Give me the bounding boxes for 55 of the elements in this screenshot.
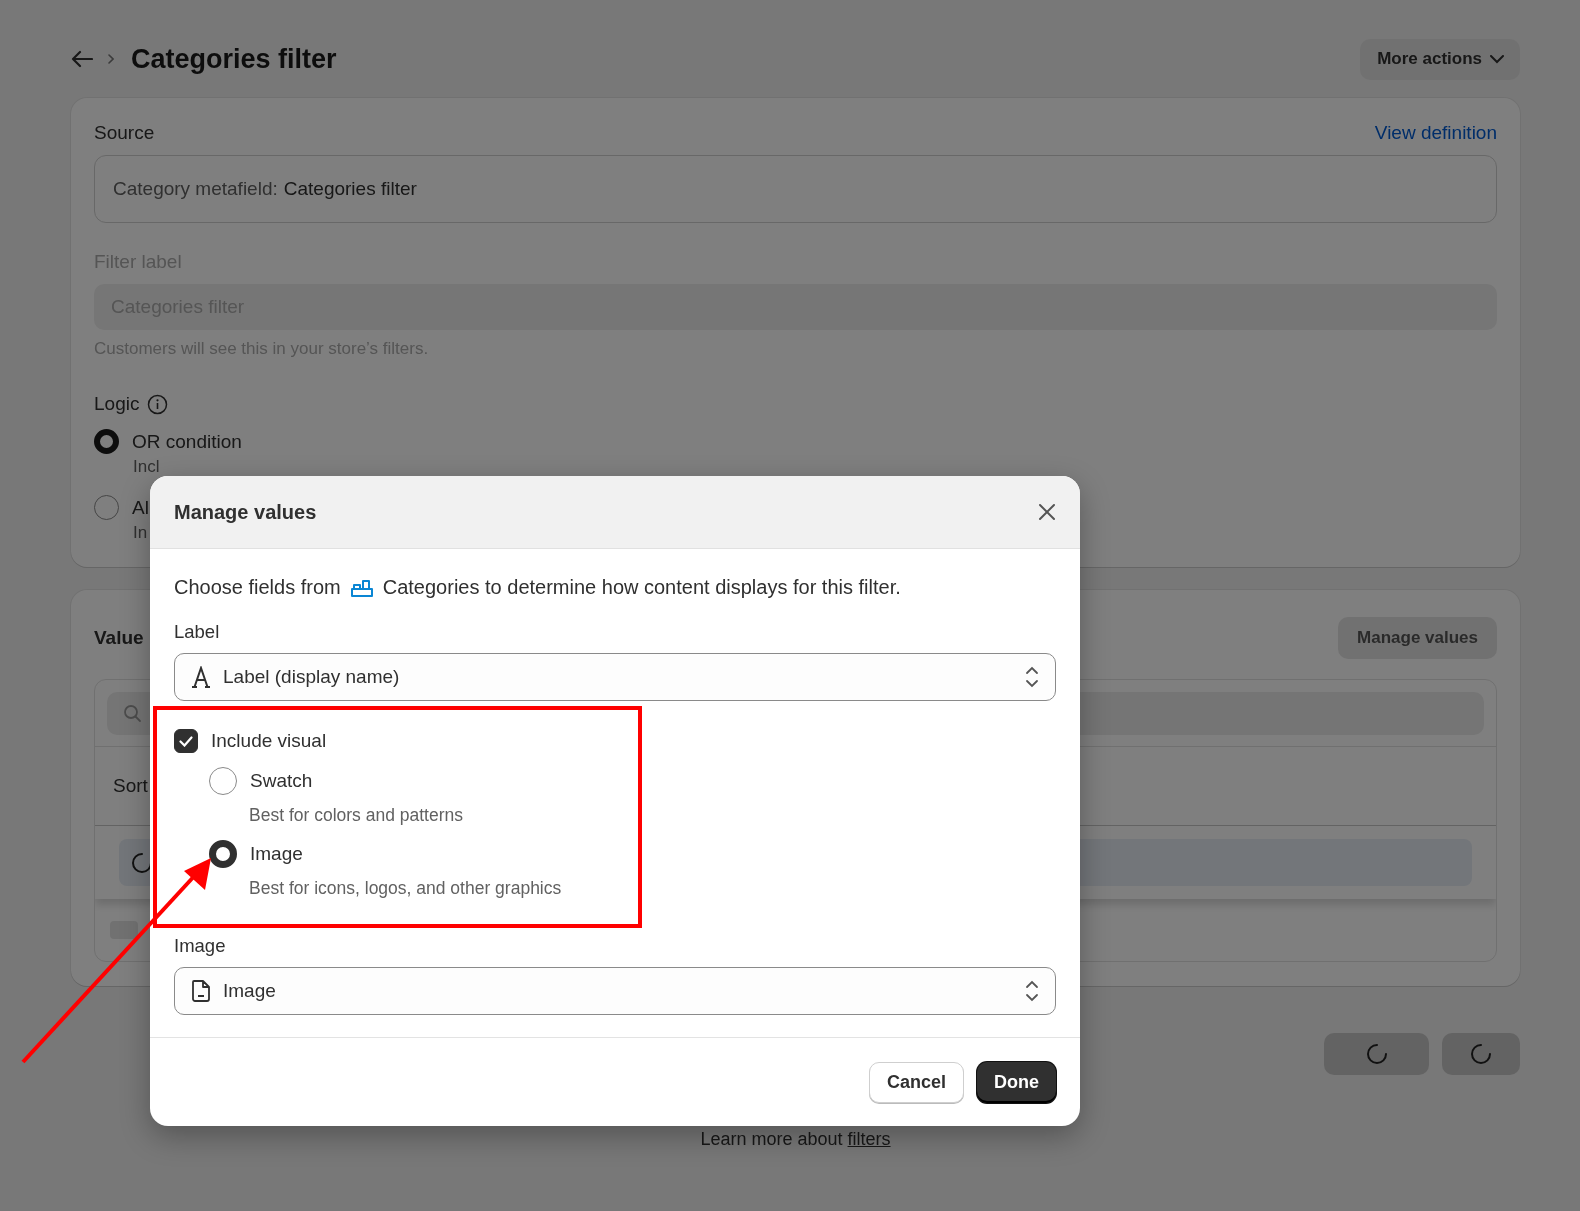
placeholder-block [110,921,138,939]
section-title: Value [94,627,144,649]
option-label: Swatch [250,770,313,792]
option-label: Image [250,843,303,865]
up-down-chevron-icon [1025,666,1039,688]
intro-text: Choose fields from [174,576,341,599]
radio-button[interactable] [209,767,237,795]
radio-button[interactable] [209,840,237,868]
source-value: Categories filter [283,178,417,200]
close-icon [1038,503,1056,521]
dialog-title: Manage values [174,500,317,524]
intro-text: Categories to determine how content displays for this filter. [382,576,901,599]
page-title: Categories filter [131,43,337,75]
info-icon[interactable] [147,393,169,415]
done-button[interactable]: Done [977,1061,1056,1103]
spinner-icon [1470,1043,1492,1065]
up-down-chevron-icon [1025,980,1039,1002]
option-description: Best for icons, logos, and other graphics [249,878,563,899]
option-description: Incl [133,457,161,477]
field-label: Image [174,935,227,957]
letter-a-icon [191,666,211,688]
footer-text: Learn more about [700,1129,843,1149]
checkbox[interactable] [174,729,198,753]
cancel-button[interactable]: Cancel [868,1061,964,1103]
back-arrow-icon[interactable] [71,50,93,68]
more-actions-button[interactable]: More actions [1360,38,1520,80]
radio-button[interactable] [94,429,119,454]
option-label: Al [132,496,149,519]
breadcrumb-chevron-icon [108,54,114,64]
label-select[interactable]: Label (display name) [174,653,1056,701]
sort-label: Sort [113,775,148,797]
loading-button[interactable] [1442,1033,1520,1075]
field-label: Label [174,621,221,643]
checkbox-label: Include visual [211,730,327,752]
close-button[interactable] [1038,503,1056,521]
image-select[interactable]: Image [174,967,1056,1015]
option-description: Best for colors and patterns [249,805,464,826]
option-label: OR condition [132,430,242,453]
view-definition-link[interactable]: View definition [1374,122,1497,144]
field-label: Source [94,122,155,144]
check-icon [179,735,193,747]
select-value: Label (display name) [223,666,400,688]
chevron-down-icon [1490,54,1504,64]
filters-link[interactable]: filters [847,1129,891,1149]
manage-values-button[interactable]: Manage values [1338,617,1497,659]
field-label: Logic [94,393,140,415]
option-description: In [133,523,149,543]
file-icon [191,979,211,1003]
radio-button[interactable] [94,495,119,520]
spinner-icon [131,851,153,874]
blocks-icon [349,577,374,598]
search-icon [123,703,142,723]
spinner-icon [1365,1043,1388,1065]
select-value: Image [223,980,276,1002]
source-prefix: Category metafield: [113,178,278,200]
